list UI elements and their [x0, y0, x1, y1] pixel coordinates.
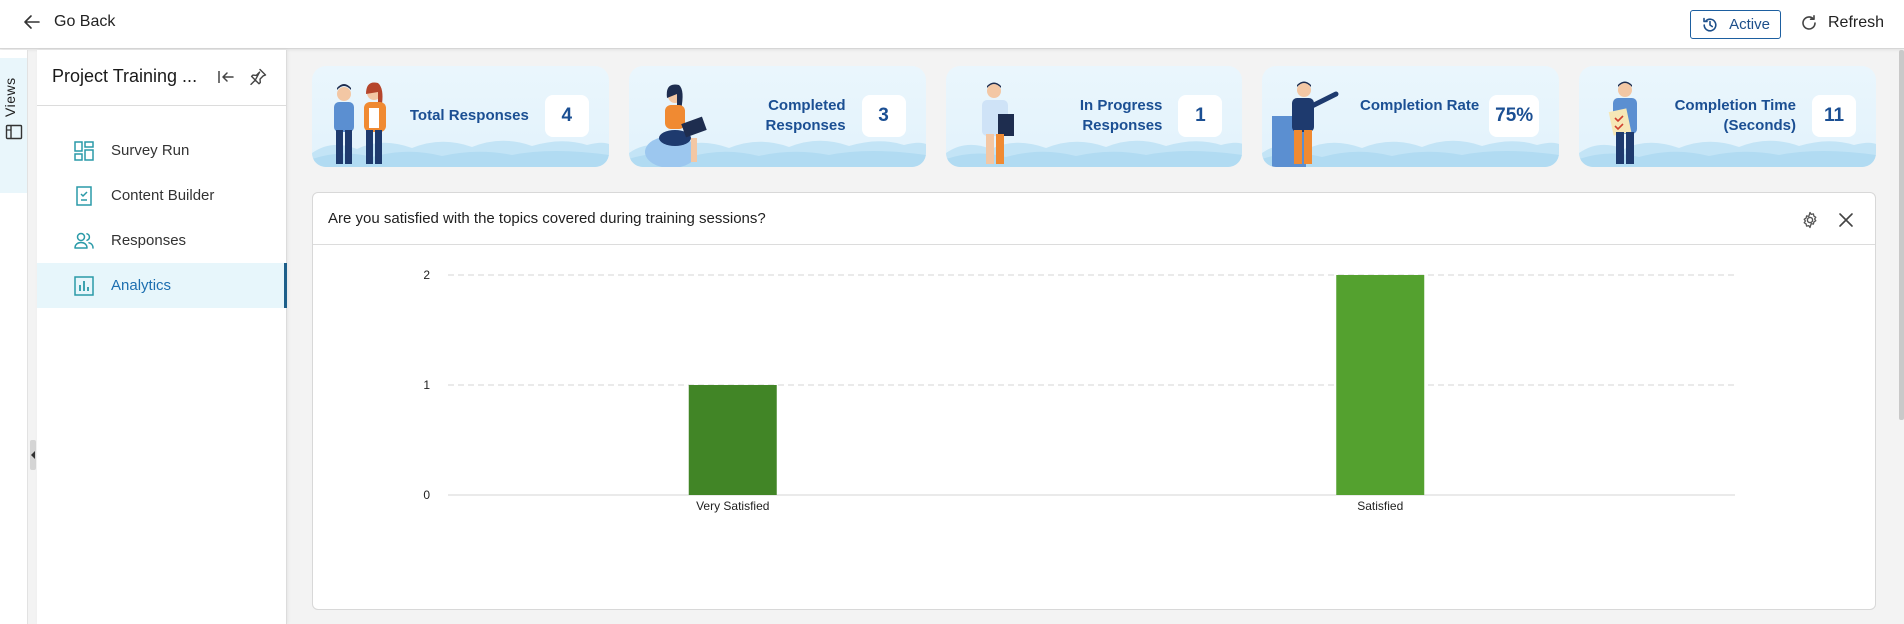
panel-header: Are you satisfied with the topics covere… [313, 193, 1875, 245]
panel-layout-icon [5, 124, 23, 140]
project-title: Project Training ... [52, 66, 198, 86]
sidebar-item-content-builder[interactable]: Content Builder [37, 173, 287, 218]
kpi-value: 3 [861, 95, 906, 137]
collapse-sidebar-handle[interactable] [30, 440, 36, 470]
sidebar-item-analytics[interactable]: Analytics [37, 263, 287, 308]
sidebar: Project Training ... Survey Run Content … [37, 50, 287, 624]
bar [1336, 275, 1425, 495]
sidebar-item-label: Responses [111, 232, 187, 249]
bar-chart-icon [74, 275, 94, 296]
sidebar-item-label: Survey Run [111, 142, 190, 159]
kpi-label: Completion Time (Seconds) [1674, 97, 1796, 134]
man-presenting-illustration [1272, 81, 1339, 167]
kpi-value: 75% [1489, 95, 1540, 137]
kpi-cards: Total Responses 4 Completed Responses 3 … [312, 66, 1876, 167]
views-label: Views [2, 77, 18, 117]
question-title: Are you satisfied with the topics covere… [328, 210, 766, 227]
refresh-label: Refresh [1828, 14, 1885, 31]
x-tick-label: Satisfied [1357, 499, 1403, 513]
kpi-label: In Progress Responses [1079, 97, 1163, 134]
views-rail: Views [0, 50, 28, 624]
checklist-icon [76, 185, 92, 206]
refresh-button[interactable]: Refresh [1800, 14, 1884, 32]
kpi-label: Completion Rate [1360, 97, 1480, 114]
y-tick-label: 2 [423, 268, 430, 282]
sidebar-header: Project Training ... [37, 50, 287, 106]
y-tick-label: 0 [423, 488, 430, 502]
kpi-card-completed-responses: Completed Responses 3 [628, 66, 926, 167]
collapse-left-icon[interactable] [216, 67, 236, 87]
question-chart-panel: Are you satisfied with the topics covere… [312, 192, 1876, 610]
x-tick-label: Very Satisfied [696, 499, 769, 513]
go-back-label: Go Back [54, 13, 116, 30]
kpi-card-in-progress-responses: In Progress Responses 1 [945, 66, 1243, 167]
kpi-value: 4 [544, 95, 589, 137]
users-icon [74, 232, 94, 249]
history-icon [1703, 17, 1717, 32]
sidebar-item-survey-run[interactable]: Survey Run [37, 128, 287, 173]
bar [688, 385, 777, 495]
kpi-card-completion-rate: Completion Rate 75% [1262, 66, 1560, 167]
close-icon[interactable] [1837, 211, 1855, 229]
top-bar: Go Back Active Refresh [0, 0, 1904, 49]
arrow-left-icon [24, 15, 40, 29]
sidebar-item-label: Analytics [111, 277, 172, 294]
sidebar-nav: Survey Run Content Builder Responses Ana… [37, 128, 287, 308]
sidebar-item-responses[interactable]: Responses [37, 218, 287, 263]
pin-icon[interactable] [248, 67, 268, 87]
views-tab[interactable]: Views [0, 58, 27, 193]
dashboard-icon [74, 140, 94, 161]
status-active-button[interactable]: Active [1690, 10, 1781, 39]
kpi-value: 11 [1811, 95, 1856, 137]
kpi-card-total-responses: Total Responses 4 [312, 66, 609, 167]
kpi-label: Total Responses [409, 107, 529, 124]
kpi-value: 1 [1178, 95, 1223, 137]
page-scrollbar[interactable] [1899, 50, 1904, 420]
go-back-button[interactable]: Go Back [22, 12, 115, 32]
bar-chart: 0 1 2 Very Satisfied Satisfied [423, 268, 1735, 513]
sidebar-item-label: Content Builder [111, 187, 215, 204]
gear-icon[interactable] [1801, 211, 1819, 229]
kpi-card-completion-time: Completion Time (Seconds) 11 [1579, 66, 1876, 167]
y-tick-label: 1 [423, 378, 430, 392]
status-label: Active [1729, 16, 1770, 33]
kpi-label: Completed Responses [765, 97, 846, 134]
refresh-icon [1802, 15, 1816, 30]
